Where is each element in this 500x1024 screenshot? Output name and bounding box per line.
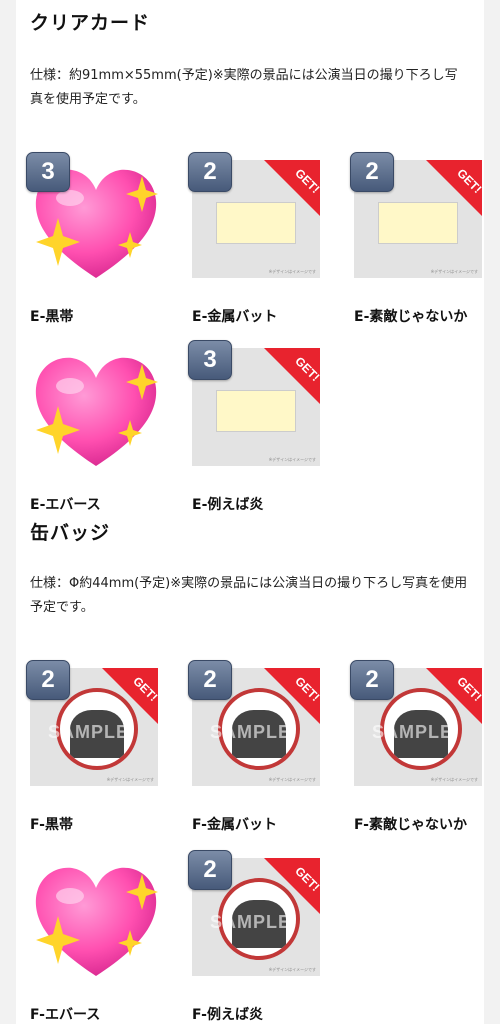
prize-item[interactable]: F-エバース: [30, 858, 162, 1023]
sample-watermark: SAMPLE: [48, 722, 130, 742]
prize-item[interactable]: SAMPLE ※デザインはイメージです GET! 2 F-黒帯: [26, 660, 162, 833]
sample-watermark: SAMPLE: [372, 722, 454, 742]
count-badge: 3: [188, 340, 232, 380]
section-description-clear-card: 仕様：約91mm×55mm(予定)※実際の景品には公演当日の撮り下ろし写真を使用…: [30, 68, 458, 107]
prize-item[interactable]: SAMPLE ※デザインはイメージです GET! 2 F-例えば炎: [188, 850, 324, 1023]
section-description-can-badge: 仕様：Φ約44mm(予定)※実際の景品には公演当日の撮り下ろし写真を使用予定です…: [30, 576, 468, 615]
get-ribbon: GET!: [264, 668, 320, 724]
prize-label: E-金属バット: [192, 309, 278, 325]
section-title-clear-card: クリアカード: [30, 12, 151, 34]
count-badge: 2: [188, 660, 232, 700]
prize-label: E-素敵じゃないか: [354, 309, 468, 325]
heart-sparkle-icon: [35, 357, 158, 466]
count-badge: 2: [350, 660, 394, 700]
image-note: ※デザインはイメージです: [268, 777, 316, 782]
image-note: ※デザインはイメージです: [268, 269, 316, 274]
prize-item[interactable]: E-エバース: [30, 348, 162, 513]
sample-watermark: SAMPLE: [210, 912, 292, 932]
prize-item[interactable]: ※デザインはイメージです GET! 2 E-金属バット: [188, 152, 324, 325]
prize-label: E-エバース: [30, 497, 101, 513]
get-ribbon: GET!: [264, 348, 320, 404]
get-ribbon: GET!: [426, 668, 482, 724]
get-ribbon: GET!: [426, 160, 482, 216]
prize-label: F-素敵じゃないか: [354, 817, 467, 833]
prize-label: F-金属バット: [192, 817, 277, 833]
image-note: ※デザインはイメージです: [268, 457, 316, 462]
image-note: ※デザインはイメージです: [430, 777, 478, 782]
get-ribbon: GET!: [102, 668, 158, 724]
get-ribbon: GET!: [264, 858, 320, 914]
image-note: ※デザインはイメージです: [268, 967, 316, 972]
prize-label: F-黒帯: [30, 817, 73, 833]
count-badge: 2: [350, 152, 394, 192]
prize-item[interactable]: SAMPLE ※デザインはイメージです GET! 2 F-金属バット: [188, 660, 324, 833]
section-title-can-badge: 缶バッジ: [30, 522, 111, 544]
count-badge: 2: [26, 660, 70, 700]
image-note: ※デザインはイメージです: [430, 269, 478, 274]
prize-label: F-エバース: [30, 1007, 101, 1023]
image-note: ※デザインはイメージです: [106, 777, 154, 782]
heart-sparkle-icon: [35, 867, 158, 976]
get-ribbon: GET!: [264, 160, 320, 216]
sample-watermark: SAMPLE: [210, 722, 292, 742]
prize-label: E-例えば炎: [192, 497, 264, 513]
count-badge: 3: [26, 152, 70, 192]
count-badge: 2: [188, 850, 232, 890]
count-badge: 2: [188, 152, 232, 192]
prize-label: F-例えば炎: [192, 1007, 263, 1023]
prize-item[interactable]: ※デザインはイメージです GET! 2 E-素敵じゃないか: [350, 152, 486, 325]
prize-item[interactable]: ※デザインはイメージです GET! 3 E-例えば炎: [188, 340, 324, 513]
prize-item[interactable]: 3 E-黒帯: [26, 152, 162, 325]
prize-item[interactable]: SAMPLE ※デザインはイメージです GET! 2 F-素敵じゃないか: [350, 660, 486, 833]
prize-label: E-黒帯: [30, 309, 74, 325]
